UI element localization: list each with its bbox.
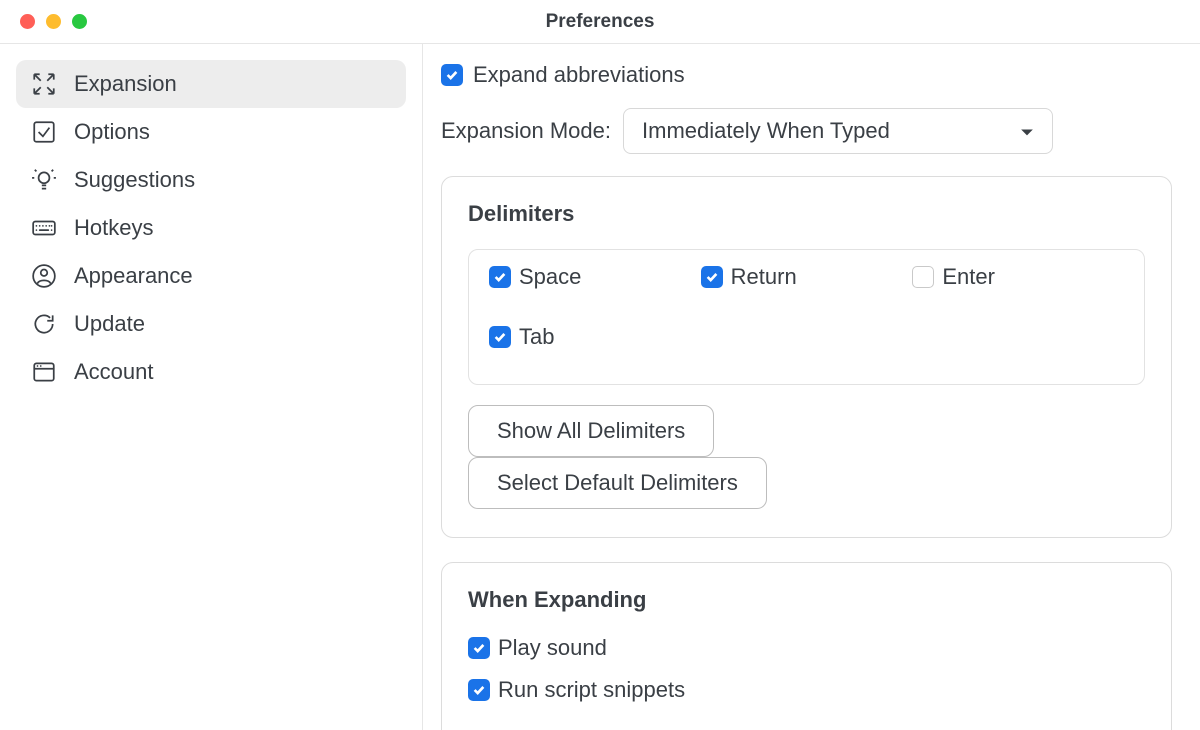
person-icon xyxy=(30,262,58,290)
expand-abbreviations-checkbox[interactable] xyxy=(441,64,463,86)
sidebar-item-suggestions[interactable]: Suggestions xyxy=(16,156,406,204)
zoom-window-button[interactable] xyxy=(72,14,87,29)
chevron-down-icon xyxy=(1020,118,1034,144)
delimiter-return-checkbox[interactable] xyxy=(701,266,723,288)
sidebar-item-label: Update xyxy=(74,311,145,337)
expansion-mode-select[interactable]: Immediately When Typed xyxy=(623,108,1053,154)
when-expanding-panel: When Expanding Play sound Run script sni… xyxy=(441,562,1172,730)
sidebar-item-update[interactable]: Update xyxy=(16,300,406,348)
sidebar-item-label: Options xyxy=(74,119,150,145)
sidebar-item-hotkeys[interactable]: Hotkeys xyxy=(16,204,406,252)
sidebar-item-expansion[interactable]: Expansion xyxy=(16,60,406,108)
refresh-icon xyxy=(30,310,58,338)
run-script-label: Run script snippets xyxy=(498,677,685,703)
lightbulb-icon xyxy=(30,166,58,194)
browser-icon xyxy=(30,358,58,386)
sidebar-item-options[interactable]: Options xyxy=(16,108,406,156)
sidebar-item-label: Appearance xyxy=(74,263,193,289)
sidebar-item-appearance[interactable]: Appearance xyxy=(16,252,406,300)
titlebar: Preferences xyxy=(0,0,1200,44)
delimiter-space-row: Space xyxy=(489,264,701,290)
delimiter-return-row: Return xyxy=(701,264,913,290)
delimiter-tab-label: Tab xyxy=(519,324,554,350)
sidebar-item-label: Hotkeys xyxy=(74,215,153,241)
expand-abbreviations-label: Expand abbreviations xyxy=(473,62,685,88)
expansion-mode-label: Expansion Mode: xyxy=(441,118,611,144)
sidebar-item-account[interactable]: Account xyxy=(16,348,406,396)
delimiter-space-label: Space xyxy=(519,264,581,290)
window-controls xyxy=(20,14,87,29)
delimiter-tab-checkbox[interactable] xyxy=(489,326,511,348)
window-title: Preferences xyxy=(0,11,1200,33)
sidebar: Expansion Options Suggestions Hotkeys xyxy=(0,44,423,730)
run-script-row: Run script snippets xyxy=(468,677,1145,703)
delimiters-list: Space Return Enter Tab xyxy=(468,249,1145,385)
delimiter-tab-row: Tab xyxy=(489,324,701,350)
sidebar-item-label: Account xyxy=(74,359,154,385)
checkbox-icon xyxy=(30,118,58,146)
sidebar-item-label: Expansion xyxy=(74,71,177,97)
expand-icon xyxy=(30,70,58,98)
delimiters-panel: Delimiters Space Return Ent xyxy=(441,176,1172,538)
main-content: Expand abbreviations Expansion Mode: Imm… xyxy=(423,44,1200,730)
when-expanding-title: When Expanding xyxy=(468,587,1145,613)
keyboard-icon xyxy=(30,214,58,242)
sidebar-item-label: Suggestions xyxy=(74,167,195,193)
expansion-mode-row: Expansion Mode: Immediately When Typed xyxy=(441,108,1172,154)
delimiters-title: Delimiters xyxy=(468,201,1145,227)
delimiter-return-label: Return xyxy=(731,264,797,290)
play-sound-row: Play sound xyxy=(468,635,1145,661)
window-body: Expansion Options Suggestions Hotkeys xyxy=(0,44,1200,730)
delimiter-enter-checkbox[interactable] xyxy=(912,266,934,288)
show-all-delimiters-button[interactable]: Show All Delimiters xyxy=(468,405,714,457)
delimiter-enter-row: Enter xyxy=(912,264,1124,290)
expansion-mode-value: Immediately When Typed xyxy=(642,118,890,144)
select-default-delimiters-button[interactable]: Select Default Delimiters xyxy=(468,457,767,509)
play-sound-checkbox[interactable] xyxy=(468,637,490,659)
run-script-checkbox[interactable] xyxy=(468,679,490,701)
delimiter-space-checkbox[interactable] xyxy=(489,266,511,288)
delimiter-enter-label: Enter xyxy=(942,264,995,290)
preferences-window: Preferences Expansion Options Suggesti xyxy=(0,0,1200,730)
expand-abbreviations-row: Expand abbreviations xyxy=(441,62,1172,88)
minimize-window-button[interactable] xyxy=(46,14,61,29)
play-sound-label: Play sound xyxy=(498,635,607,661)
close-window-button[interactable] xyxy=(20,14,35,29)
